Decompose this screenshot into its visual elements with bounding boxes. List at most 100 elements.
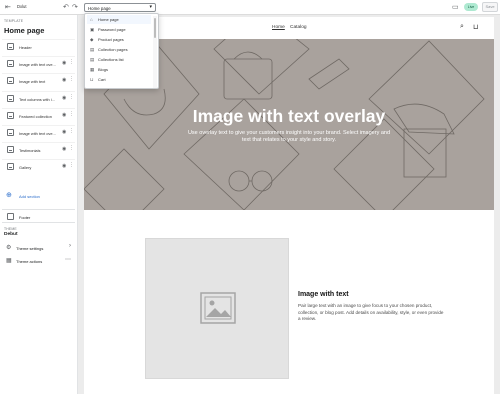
section-item[interactable]: Image with text ◉ ⋮	[2, 73, 75, 87]
cart-icon: ⊔	[90, 77, 94, 82]
dropdown-item-collection-pages[interactable]: ▤ Collection pages	[87, 45, 151, 54]
eye-icon[interactable]: ◉	[62, 95, 66, 101]
eye-icon[interactable]: ◉	[62, 163, 66, 169]
theme-actions-icon: ▦	[6, 258, 12, 264]
chevron-down-icon: ▾	[149, 4, 152, 10]
dropdown-item-cart[interactable]: ⊔ Cart	[87, 75, 151, 84]
page-selector[interactable]: Home page ▾	[84, 3, 156, 12]
section-item[interactable]: Image with text ove... ◉ ⋮	[2, 56, 75, 70]
section-icon	[7, 60, 14, 67]
image-placeholder	[145, 238, 289, 379]
section-label: Image with text ove...	[19, 61, 56, 67]
live-badge: Live	[464, 3, 478, 11]
section-label: Footer	[19, 214, 31, 220]
drag-handle-icon[interactable]: ⋮	[69, 145, 74, 151]
section-icon	[7, 146, 14, 153]
lock-icon: ▣	[90, 27, 95, 32]
theme-value: Debut	[4, 232, 18, 237]
dropdown-item-label: Product pages	[98, 37, 124, 43]
drag-handle-icon[interactable]: ⋮	[69, 76, 74, 82]
image-icon	[200, 292, 236, 324]
section-item[interactable]: Gallery ◉ ⋮	[2, 159, 75, 173]
collection-icon: ▤	[90, 47, 95, 52]
section-icon	[7, 77, 14, 84]
dropdown-item-label: Blogs	[98, 67, 109, 73]
theme-name: Dxlut	[17, 4, 27, 9]
dropdown-item-collections-list[interactable]: ▤ Collections list	[87, 55, 151, 64]
section-icon	[7, 95, 14, 102]
theme-settings-button[interactable]: ⚙ Theme settings ›	[2, 242, 75, 254]
section-item[interactable]: Testimonials ◉ ⋮	[2, 142, 75, 156]
section-item[interactable]: Featured collection ◉ ⋮	[2, 108, 75, 122]
nav-catalog-link[interactable]: Catalog	[290, 25, 307, 30]
eye-icon[interactable]: ◉	[62, 77, 66, 83]
page-selector-value: Home page	[88, 5, 111, 11]
sidebar: TEMPLATE Home page Header Image with tex…	[0, 15, 78, 394]
section-item[interactable]: Image with text ove... ◉ ⋮	[2, 125, 75, 139]
drag-handle-icon[interactable]: ⋮	[69, 94, 74, 100]
drag-handle-icon[interactable]: ⋮	[69, 128, 74, 134]
theme-label: THEME	[4, 227, 17, 231]
nav-home-link[interactable]: Home	[272, 25, 285, 30]
section-label: Image with text ove...	[19, 130, 56, 136]
dropdown-item-label: Collections list	[98, 57, 124, 63]
hero-title: Image with text overlay	[192, 106, 386, 126]
theme-settings-label: Theme settings	[16, 245, 44, 251]
dropdown-item-home-page[interactable]: ⌂ Home page	[87, 15, 151, 24]
hero-subtitle: Use overlay text to give your customers …	[187, 130, 391, 143]
dropdown-item-password-page[interactable]: ▣ Password page	[87, 25, 151, 34]
drag-handle-icon[interactable]: ⋮	[69, 111, 74, 117]
top-bar: ⇤ Dxlut ↶ ↷ Home page ▾ ▭ Live Save	[0, 0, 500, 15]
desktop-preview-icon[interactable]: ▭	[452, 3, 459, 12]
section-footer[interactable]: Footer	[2, 209, 75, 223]
blog-icon: ▦	[90, 67, 95, 72]
dropdown-item-label: Collection pages	[98, 47, 128, 53]
section-label: Image with text	[19, 78, 46, 84]
section-icon	[7, 112, 14, 119]
eye-icon[interactable]: ◉	[62, 60, 66, 66]
section-label: Text columns with i...	[19, 96, 55, 102]
image-with-text-title: Image with text	[298, 291, 349, 298]
eye-icon[interactable]: ◉	[62, 112, 66, 118]
section-header[interactable]: Header	[2, 39, 75, 53]
search-icon[interactable]: ⌕	[460, 23, 464, 31]
section-label: Gallery	[19, 164, 32, 170]
section-label: Featured collection	[19, 113, 52, 119]
section-label: Header	[19, 44, 32, 50]
eye-icon[interactable]: ◉	[62, 146, 66, 152]
page-title: Home page	[4, 26, 45, 35]
image-with-text-body: Pair large text with an image to give fo…	[298, 303, 444, 322]
section-icon	[7, 213, 14, 220]
gear-icon: ⚙	[6, 245, 12, 251]
section-icon	[7, 43, 14, 50]
page-dropdown-menu: ⌂ Home page ▣ Password page ◆ Product pa…	[84, 13, 159, 89]
dropdown-item-product-pages[interactable]: ◆ Product pages	[87, 35, 151, 44]
section-item[interactable]: Text columns with i... ◉ ⋮	[2, 91, 75, 105]
theme-actions-button[interactable]: ▦ Theme actions ⋯	[2, 255, 75, 267]
section-label: Testimonials	[19, 147, 41, 153]
cart-icon[interactable]: ⊔	[473, 23, 478, 31]
tag-icon: ◆	[90, 37, 94, 42]
theme-actions-label: Theme actions	[16, 258, 43, 264]
section-icon	[7, 163, 14, 170]
drag-handle-icon[interactable]: ⋮	[69, 59, 74, 65]
home-icon: ⌂	[90, 17, 93, 22]
undo-icon[interactable]: ↶	[63, 3, 69, 12]
add-icon[interactable]: ⊕	[6, 191, 12, 199]
eye-icon[interactable]: ◉	[62, 129, 66, 135]
dropdown-item-blogs[interactable]: ▦ Blogs	[87, 65, 151, 74]
add-section-button[interactable]: Add section	[19, 194, 40, 199]
exit-icon[interactable]: ⇤	[5, 3, 11, 12]
list-icon: ▤	[90, 57, 95, 62]
dropdown-item-label: Password page	[98, 27, 126, 33]
template-label: TEMPLATE	[4, 19, 24, 23]
dropdown-item-label: Cart	[98, 77, 106, 83]
dropdown-scrollbar[interactable]	[153, 16, 157, 88]
redo-icon[interactable]: ↷	[72, 3, 78, 12]
save-button[interactable]: Save	[482, 2, 498, 12]
drag-handle-icon[interactable]: ⋮	[69, 162, 74, 168]
section-icon	[7, 129, 14, 136]
more-icon: ⋯	[65, 257, 71, 263]
chevron-right-icon: ›	[69, 243, 71, 249]
dropdown-item-label: Home page	[98, 17, 119, 23]
